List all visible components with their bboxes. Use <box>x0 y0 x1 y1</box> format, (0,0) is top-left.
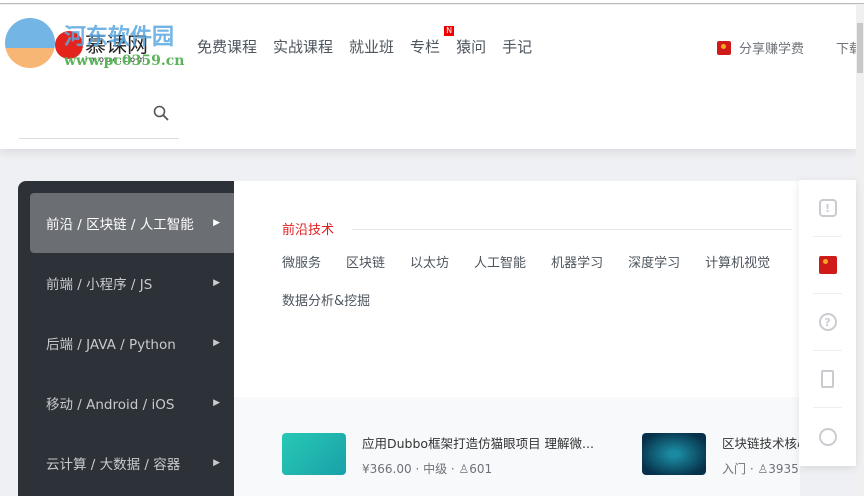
chat-button[interactable] <box>813 408 842 465</box>
sidebar-item-mobile[interactable]: 移动 / Android / iOS ▶ <box>30 373 234 433</box>
watermark-logo-icon <box>5 18 55 68</box>
logo-flame-icon <box>55 31 83 59</box>
question-icon: ? <box>818 313 837 331</box>
logo-domain: imooc.com <box>85 55 147 64</box>
course-card[interactable]: 应用Dubbo框架打造仿猫眼项目 理解微... ¥366.00 · 中级 · ♙6… <box>282 433 594 477</box>
course-title: 应用Dubbo框架打造仿猫眼项目 理解微... <box>362 436 594 451</box>
course-thumbnail <box>642 433 706 475</box>
mobile-app-button[interactable] <box>813 351 842 408</box>
nav-qa[interactable]: N 猿问 <box>444 26 487 57</box>
divider <box>352 229 792 230</box>
red-packet-icon <box>818 256 837 274</box>
tag-link[interactable]: 以太坊 <box>410 253 449 275</box>
tag-list: 微服务 区块链 以太坊 人工智能 机器学习 深度学习 计算机视觉 数据分析&挖掘 <box>282 253 812 313</box>
red-packet-button[interactable] <box>813 237 842 294</box>
sidebar-item-label: 移动 / Android / iOS <box>46 397 175 413</box>
scrollbar[interactable] <box>856 5 864 496</box>
nav-qa-label: 猿问 <box>456 38 487 56</box>
course-title: 区块链技术核心 <box>722 436 810 451</box>
nav-employment[interactable]: 就业班 <box>349 36 394 57</box>
sidebar-item-frontier[interactable]: 前沿 / 区块链 / 人工智能 ▶ <box>30 193 234 253</box>
nav-notes[interactable]: 手记 <box>502 36 532 57</box>
chevron-right-icon: ▶ <box>213 338 220 348</box>
tag-link[interactable]: 深度学习 <box>628 253 680 275</box>
course-thumbnail <box>282 433 346 475</box>
course-card[interactable]: 区块链技术核心 入门 · ♙3935 <box>642 433 810 477</box>
phone-icon <box>821 370 834 388</box>
sidebar-item-label: 后端 / JAVA / Python <box>46 337 176 353</box>
sidebar-item-label: 云计算 / 大数据 / 容器 <box>46 457 181 473</box>
nav-free-courses[interactable]: 免费课程 <box>197 36 257 57</box>
red-packet-icon <box>717 40 731 55</box>
sidebar-item-cloud[interactable]: 云计算 / 大数据 / 容器 ▶ <box>30 433 234 493</box>
panel-title: 前沿技术 <box>282 223 335 238</box>
sidebar-item-frontend[interactable]: 前端 / 小程序 / JS ▶ <box>30 253 234 313</box>
tag-link[interactable]: 数据分析&挖掘 <box>282 291 370 313</box>
chevron-right-icon: ▶ <box>213 398 220 408</box>
scrollbar-thumb[interactable] <box>857 23 863 73</box>
main-nav: 免费课程 实战课程 就业班 专栏 N 猿问 手记 <box>197 26 548 57</box>
search-input[interactable] <box>19 97 179 139</box>
share-label: 分享赚学费 <box>739 42 805 57</box>
tag-link[interactable]: 机器学习 <box>551 253 603 275</box>
floating-toolbar: ! ? <box>799 180 856 466</box>
chevron-right-icon: ▶ <box>213 278 220 288</box>
sidebar-item-label: 前沿 / 区块链 / 人工智能 <box>46 217 194 233</box>
window-top-border <box>0 0 864 4</box>
course-meta: ¥366.00 · 中级 · ♙601 <box>362 462 493 476</box>
sidebar-item-label: 前端 / 小程序 / JS <box>46 277 153 293</box>
recommended-courses: 应用Dubbo框架打造仿猫眼项目 理解微... ¥366.00 · 中级 · ♙6… <box>234 397 810 496</box>
sidebar-item-backend[interactable]: 后端 / JAVA / Python ▶ <box>30 313 234 373</box>
feedback-button[interactable]: ! <box>813 180 842 237</box>
tag-link[interactable]: 人工智能 <box>474 253 526 275</box>
category-panel: 前沿技术 微服务 区块链 以太坊 人工智能 机器学习 深度学习 计算机视觉 数据… <box>234 181 800 397</box>
new-badge: N <box>444 26 455 36</box>
chevron-right-icon: ▶ <box>213 458 220 468</box>
tag-link[interactable]: 微服务 <box>282 253 321 275</box>
chevron-right-icon: ▶ <box>213 218 220 228</box>
nav-columns[interactable]: 专栏 <box>410 36 440 57</box>
download-link[interactable]: 下载 <box>836 38 856 57</box>
help-button[interactable]: ? <box>813 294 842 351</box>
category-sidebar: 前沿 / 区块链 / 人工智能 ▶ 前端 / 小程序 / JS ▶ 后端 / JAV… <box>18 181 234 496</box>
search-icon[interactable] <box>153 105 169 121</box>
logo[interactable]: 慕课网 imooc.com <box>55 27 165 67</box>
header: 慕课网 imooc.com 河东软件园 www.pc0359.cn 免费课程 实… <box>0 5 856 149</box>
chat-icon <box>818 427 837 446</box>
share-earn-link[interactable]: 分享赚学费 <box>717 38 804 57</box>
tag-link[interactable]: 区块链 <box>346 253 385 275</box>
feedback-icon: ! <box>818 199 837 217</box>
tag-link[interactable]: 计算机视觉 <box>705 253 770 275</box>
nav-practical-courses[interactable]: 实战课程 <box>273 36 333 57</box>
course-meta: 入门 · ♙3935 <box>722 462 799 476</box>
